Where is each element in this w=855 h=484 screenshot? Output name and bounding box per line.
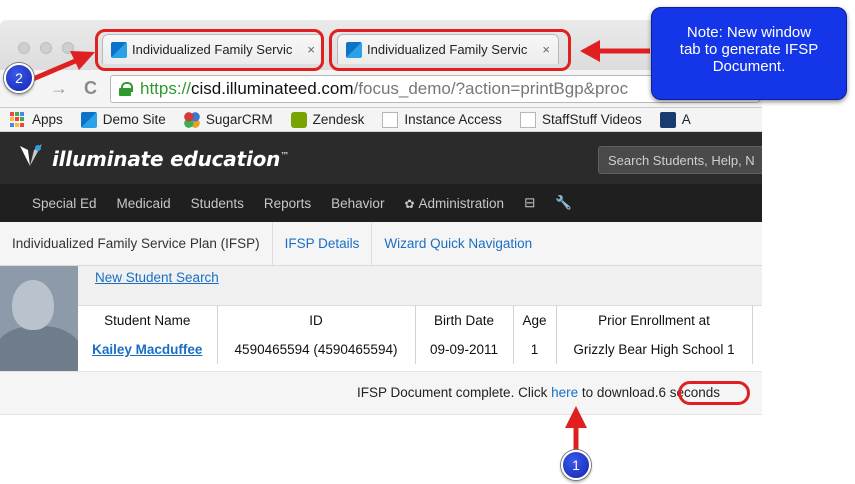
apps-grid-icon [10,111,26,128]
sub-nav: Individualized Family Service Plan (IFSP… [0,222,762,266]
bookmarks-bar: Apps Demo Site SugarCRM Zendesk Instance… [0,108,762,132]
browser-window: Individualized Family Servic × Individua… [0,0,762,484]
bookmark-apps[interactable]: Apps [10,111,63,128]
nav-medicaid[interactable]: Medicaid [117,196,171,211]
bookmark-instance-access[interactable]: Instance Access [382,111,502,128]
column-header: Birth Date [415,306,514,335]
page-icon [519,111,536,128]
nav-administration[interactable]: ✿ Administration [404,196,504,211]
prior-enrollment-cell: Grizzly Bear High School 1 [556,335,753,364]
page-title: Individualized Family Service Plan (IFSP… [0,222,273,265]
illuminate-logo-icon[interactable] [18,142,48,168]
bookmark-label: SugarCRM [205,112,273,127]
nav-reports[interactable]: Reports [264,196,311,211]
trademark-mark: ™ [280,151,290,162]
url-scheme: https:// [140,79,192,98]
column-header: Prior Enrollment at [556,306,753,335]
student-info-table: Student Name ID Birth Date Age Prior Enr… [78,306,753,364]
bookmark-label: StaffStuff Videos [541,112,642,127]
birth-date-cell: 09-09-2011 [415,335,514,364]
note-callout: Note: New window tab to generate IFSP Do… [651,7,847,100]
tab-wizard-quick-navigation[interactable]: Wizard Quick Navigation [372,222,544,265]
highlight-new-tab [329,29,571,71]
step-badge-2: 2 [4,63,34,93]
bookmark-label: A [681,112,691,127]
column-header: Age [513,306,557,335]
url-path: /focus_demo/?action=printBgp&proc [353,79,629,98]
illuminate-favicon-icon [80,111,97,128]
bookmark-a[interactable]: A [659,111,691,128]
column-header: ID [217,306,416,335]
student-name-link[interactable]: Kailey Macduffee [92,342,202,357]
site-logo[interactable]: illuminate education™ [52,147,289,171]
download-status-message: IFSP Document complete. Click here to do… [357,385,720,400]
bookmark-favicon-icon [659,111,676,128]
highlight-original-tab [95,29,324,71]
bookmark-label: Instance Access [404,112,502,127]
message-text: IFSP Document complete. Click [357,385,548,400]
main-nav: Special Ed Medicaid Students Reports Beh… [0,184,762,222]
bookmark-label: Zendesk [312,112,365,127]
nav-special-ed[interactable]: Special Ed [32,196,97,211]
table-header-row: Student Name ID Birth Date Age Prior Enr… [78,306,753,335]
bookmark-sugarcrm[interactable]: SugarCRM [183,111,273,128]
message-text: to download. [581,385,659,400]
column-header: Student Name [78,306,218,335]
step-badge-1: 1 [561,450,591,480]
forward-button[interactable]: → [50,78,68,99]
bookmark-demo-site[interactable]: Demo Site [80,111,166,128]
bookmark-label: Apps [32,112,63,127]
bookmark-staffstuff-videos[interactable]: StaffStuff Videos [519,111,642,128]
nav-behavior[interactable]: Behavior [331,196,384,211]
close-window-button[interactable] [18,42,30,54]
page-icon [382,111,399,128]
student-avatar [0,266,78,371]
bookmark-zendesk[interactable]: Zendesk [290,111,365,128]
gear-icon: ✿ [404,196,415,211]
minimize-window-button[interactable] [40,42,52,54]
secure-lock-icon [119,82,133,96]
url-host: cisd.illuminateed.com [191,79,354,98]
nav-students[interactable]: Students [191,196,244,211]
tab-ifsp-details[interactable]: IFSP Details [273,222,373,265]
bookmark-label: Demo Site [102,112,166,127]
zoom-window-button[interactable] [62,42,74,54]
reload-button[interactable]: C [84,78,97,99]
student-id-cell: 4590465594 (4590465594) [217,335,416,364]
student-name-cell[interactable]: Kailey Macduffee [78,335,218,364]
sugarcrm-icon [183,111,200,128]
highlight-countdown [678,381,750,405]
download-here-link[interactable]: here [551,385,578,400]
screenshot-stage: Individualized Family Servic × Individua… [0,0,855,484]
wrench-icon[interactable]: 🔧 [555,195,572,211]
logo-text: illuminate education [52,147,281,171]
zendesk-icon [290,111,307,128]
age-cell: 1 [513,335,557,364]
new-student-search-link[interactable]: New Student Search [95,270,219,285]
print-icon[interactable]: ⊟ [524,195,535,211]
nav-label: Administration [418,195,505,211]
table-row: Kailey Macduffee 4590465594 (4590465594)… [78,335,753,364]
site-search-input[interactable]: Search Students, Help, N [598,146,762,174]
